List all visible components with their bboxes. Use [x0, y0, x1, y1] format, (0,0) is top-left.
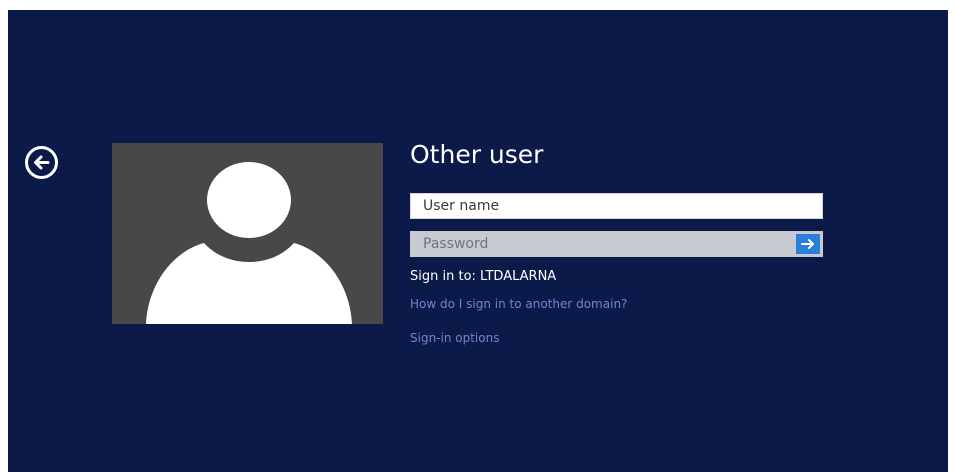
password-field[interactable] — [410, 231, 823, 257]
password-row — [410, 231, 823, 257]
username-field[interactable] — [410, 193, 823, 219]
lock-screen: Other user Sign in to: LTDALARNA How do … — [8, 10, 948, 472]
signin-options-link[interactable]: Sign-in options — [410, 331, 499, 345]
another-domain-link[interactable]: How do I sign in to another domain? — [410, 297, 627, 311]
right-arrow-icon — [801, 239, 814, 249]
page-title: Other user — [410, 140, 544, 169]
back-button[interactable] — [25, 146, 58, 179]
user-avatar-tile — [112, 143, 383, 324]
back-arrow-icon — [34, 155, 50, 170]
sign-in-domain-label: Sign in to: LTDALARNA — [410, 269, 557, 284]
submit-button[interactable] — [796, 234, 820, 254]
user-silhouette-icon — [146, 162, 352, 324]
